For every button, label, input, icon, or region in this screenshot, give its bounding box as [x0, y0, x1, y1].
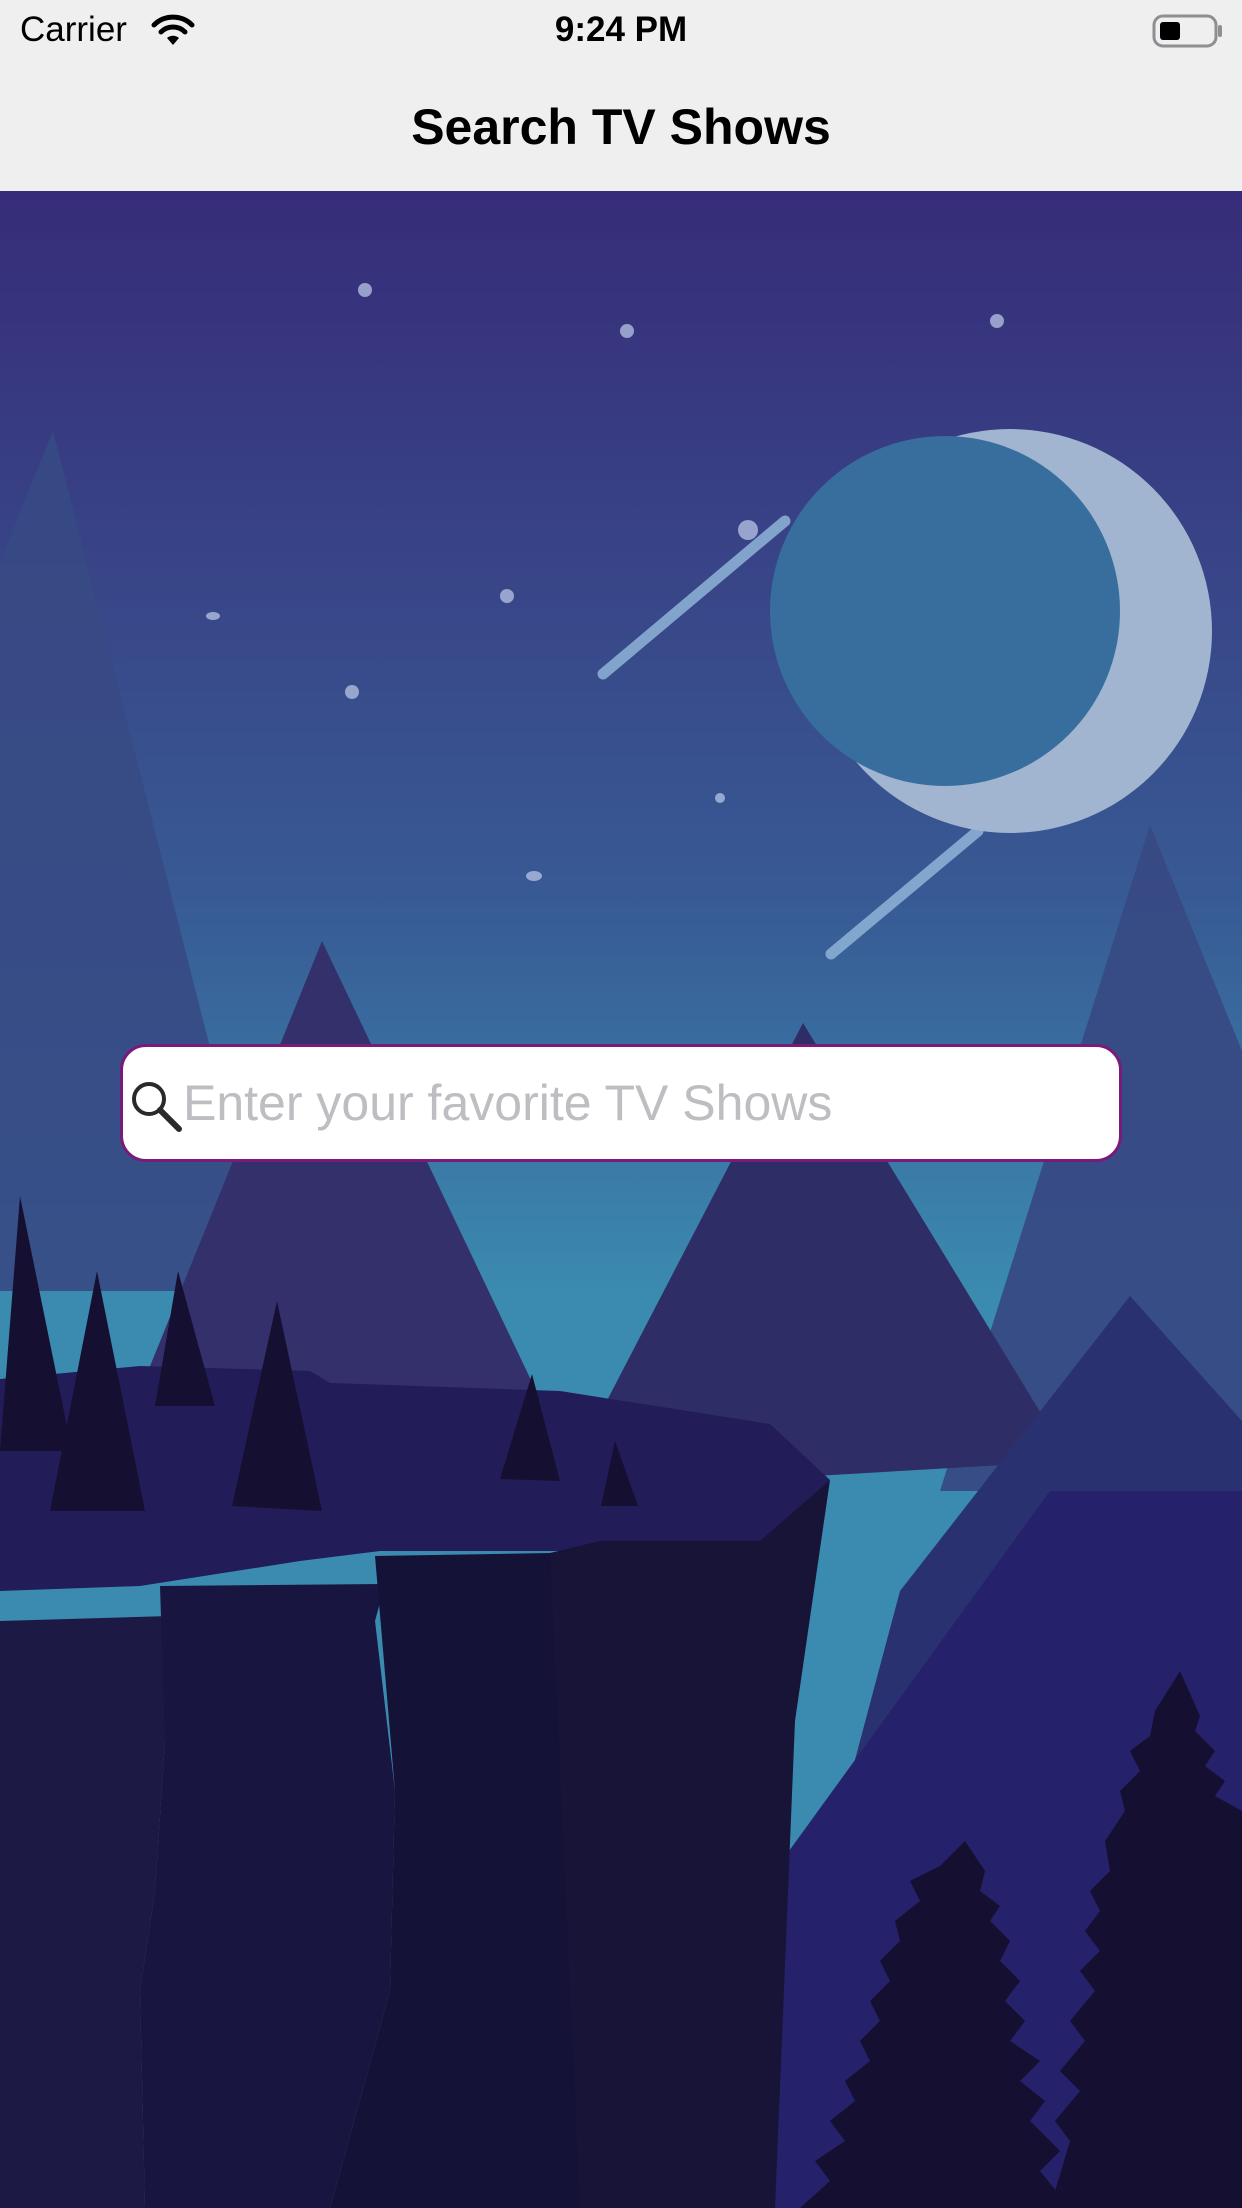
page-title: Search TV Shows — [411, 99, 831, 155]
battery-icon — [1152, 14, 1222, 48]
navigation-bar: Search TV Shows — [0, 62, 1242, 192]
night-mountain-illustration — [0, 191, 1242, 2208]
status-bar: Carrier 9:24 PM — [0, 0, 1242, 62]
search-icon — [132, 1082, 182, 1132]
app-screen: Carrier 9:24 PM Search TV Shows — [0, 0, 1242, 2208]
search-input[interactable] — [183, 1047, 1103, 1159]
background-scene-svg — [0, 191, 1242, 2208]
status-time: 9:24 PM — [554, 10, 688, 49]
search-field[interactable] — [120, 1044, 1122, 1162]
